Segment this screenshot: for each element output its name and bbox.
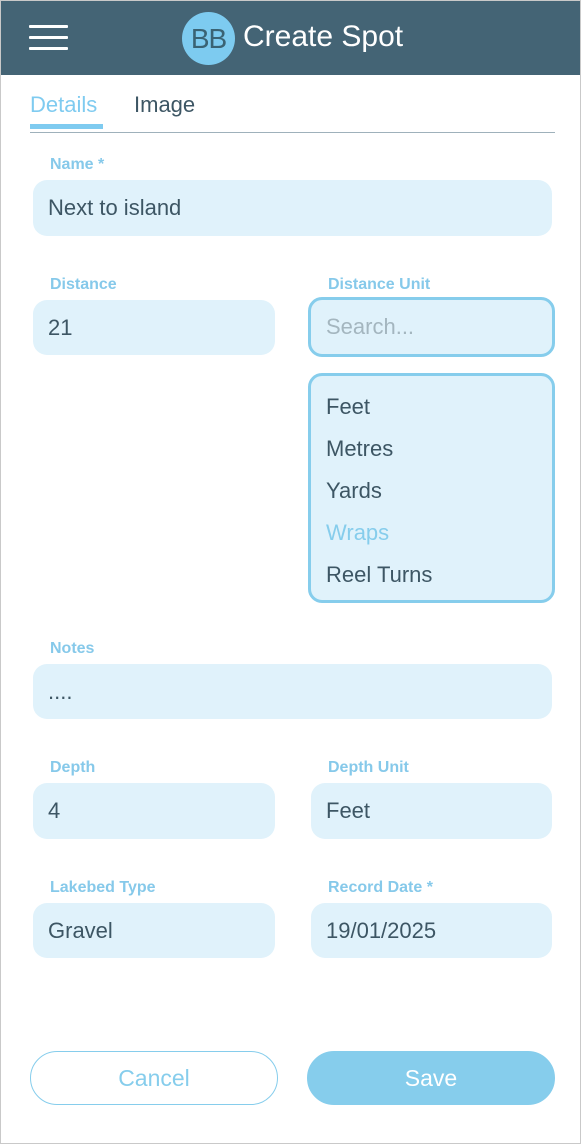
depth-unit-select[interactable]: Feet <box>311 783 552 839</box>
app-header: BB Create Spot <box>1 1 580 75</box>
distance-unit-search-input[interactable] <box>326 314 552 340</box>
depth-field[interactable]: 4 <box>33 783 275 839</box>
tab-image[interactable]: Image <box>134 91 195 119</box>
distance-unit-options: Feet Metres Yards Wraps Reel Turns <box>308 373 555 603</box>
notes-field[interactable]: .... <box>33 664 552 719</box>
name-label: Name * <box>50 156 105 173</box>
active-tab-indicator <box>30 124 103 129</box>
record-date-field[interactable]: 19/01/2025 <box>311 903 552 958</box>
distance-unit-select[interactable] <box>308 297 555 357</box>
option-metres[interactable]: Metres <box>326 435 393 463</box>
distance-unit-label: Distance Unit <box>328 276 431 293</box>
depth-unit-label: Depth Unit <box>328 759 409 776</box>
option-wraps[interactable]: Wraps <box>326 519 389 547</box>
option-reel-turns[interactable]: Reel Turns <box>326 561 432 589</box>
lakebed-type-label: Lakebed Type <box>50 879 156 896</box>
distance-label: Distance <box>50 276 117 293</box>
record-date-label: Record Date * <box>328 879 433 896</box>
avatar[interactable]: BB <box>182 12 235 65</box>
option-yards[interactable]: Yards <box>326 477 382 505</box>
hamburger-menu-icon[interactable] <box>29 25 68 51</box>
save-button[interactable]: Save <box>307 1051 555 1105</box>
notes-label: Notes <box>50 640 95 657</box>
depth-label: Depth <box>50 759 96 776</box>
tab-details[interactable]: Details <box>30 91 97 119</box>
name-field[interactable]: Next to island <box>33 180 552 236</box>
lakebed-type-select[interactable]: Gravel <box>33 903 275 958</box>
app-frame: BB Create Spot Details Image Name * Next… <box>0 0 581 1144</box>
distance-field[interactable]: 21 <box>33 300 275 355</box>
tab-divider <box>30 132 555 133</box>
page-title: Create Spot <box>243 20 404 53</box>
option-feet[interactable]: Feet <box>326 393 370 421</box>
cancel-button[interactable]: Cancel <box>30 1051 278 1105</box>
